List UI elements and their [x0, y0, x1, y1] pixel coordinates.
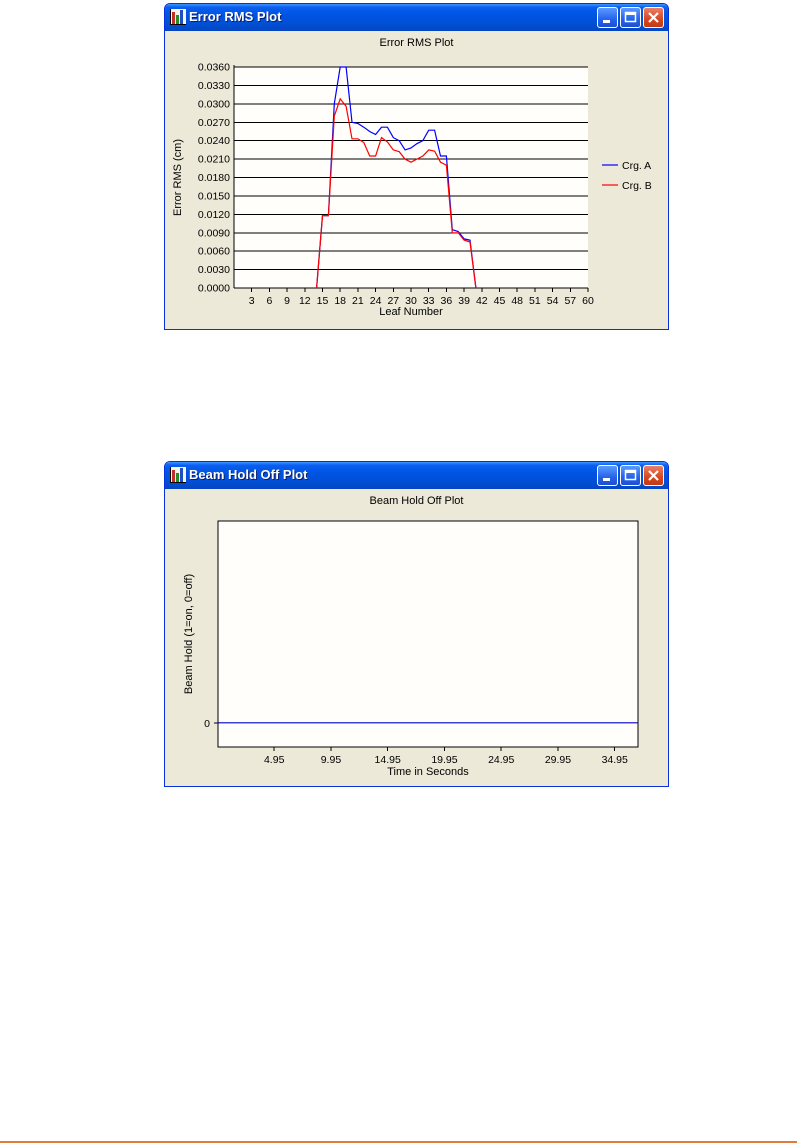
maximize-button[interactable] [620, 7, 641, 28]
beam-hold-titlebar[interactable]: Beam Hold Off Plot [165, 462, 668, 489]
window-title: Beam Hold Off Plot [189, 467, 308, 482]
maximize-icon [624, 11, 637, 23]
close-icon [648, 470, 659, 481]
x-tick-label: 3 [249, 295, 255, 307]
error-rms-chart: 0.0000 0.0030 0.0060 0.0090 0.0120 0.0150 0.01… [172, 62, 652, 319]
legend-label: Crg. B [622, 180, 652, 192]
x-tick-label: 54 [547, 295, 559, 307]
y-tick-label: 0.0300 [198, 98, 230, 110]
window-title: Error RMS Plot [189, 9, 282, 24]
maximize-icon [624, 469, 637, 481]
y-axis-label: Beam Hold (1=on, 0=off) [183, 574, 195, 694]
x-tick-label: 39 [458, 295, 470, 307]
x-tick-label: 6 [266, 295, 272, 307]
page-footer-rule [0, 1141, 797, 1143]
x-tick-label: 18 [334, 295, 346, 307]
legend-label: Crg. A [622, 160, 651, 172]
x-tick-label: 42 [476, 295, 488, 307]
beam-hold-window: Beam Hold Off Plot Beam Hold Off Plot 04… [164, 461, 669, 787]
y-tick-label: 0.0090 [198, 227, 230, 239]
minimize-icon [603, 20, 610, 23]
x-tick-label: 15 [317, 295, 329, 307]
x-tick-label: 9.95 [321, 754, 342, 766]
y-tick-label: 0.0120 [198, 209, 230, 221]
y-tick-label: 0.0330 [198, 80, 230, 92]
y-axis-label: Error RMS (cm) [172, 139, 184, 216]
chart-app-icon [170, 467, 186, 483]
error-rms-client: Error RMS Plot 0.0000 0.0030 0.0060 0.0090 0… [168, 31, 665, 326]
minimize-icon [603, 478, 610, 481]
y-tick-label: 0.0360 [198, 62, 230, 74]
x-tick-label: 57 [564, 295, 576, 307]
x-tick-label: 14.95 [375, 754, 401, 766]
y-tick-label: 0.0060 [198, 246, 230, 258]
y-tick-label: 0.0150 [198, 190, 230, 202]
y-tick-label: 0.0270 [198, 117, 230, 129]
error-rms-window: Error RMS Plot Error RMS Plot 0.0000 0.00… [164, 3, 669, 330]
x-tick-label: 48 [511, 295, 523, 307]
x-tick-label: 29.95 [545, 754, 571, 766]
x-tick-label: 24.95 [488, 754, 514, 766]
close-button[interactable] [643, 465, 664, 486]
y-tick-label: 0.0210 [198, 154, 230, 166]
x-tick-label: 19.95 [431, 754, 457, 766]
y-tick-label: 0.0180 [198, 172, 230, 184]
x-tick-label: 21 [352, 295, 364, 307]
error-rms-titlebar[interactable]: Error RMS Plot [165, 4, 668, 31]
chart-app-icon [170, 9, 186, 25]
minimize-button[interactable] [597, 7, 618, 28]
x-tick-label: 60 [582, 295, 594, 307]
x-tick-label: 34.95 [602, 754, 628, 766]
plot-area [217, 520, 639, 748]
x-tick-label: 12 [299, 295, 311, 307]
y-tick-label: 0.0000 [198, 283, 230, 295]
beam-hold-client: Beam Hold Off Plot 0 4.95 9.95 14.95 19.95 24… [168, 489, 665, 783]
x-tick-label: 4.95 [264, 754, 285, 766]
x-tick-label: 9 [284, 295, 290, 307]
y-tick-label: 0.0030 [198, 264, 230, 276]
y-tick-label: 0.0240 [198, 135, 230, 147]
x-tick-label: 45 [494, 295, 506, 307]
close-button[interactable] [643, 7, 664, 28]
maximize-button[interactable] [620, 465, 641, 486]
minimize-button[interactable] [597, 465, 618, 486]
close-icon [648, 12, 659, 23]
y-tick-label: 0 [204, 718, 210, 730]
x-tick-label: 51 [529, 295, 541, 307]
x-axis-label: Time in Seconds [387, 766, 469, 778]
beam-hold-chart: 0 4.95 9.95 14.95 19.95 24.95 29.95 34.95 Time i… [183, 520, 639, 778]
x-axis-label: Leaf Number [379, 306, 443, 318]
